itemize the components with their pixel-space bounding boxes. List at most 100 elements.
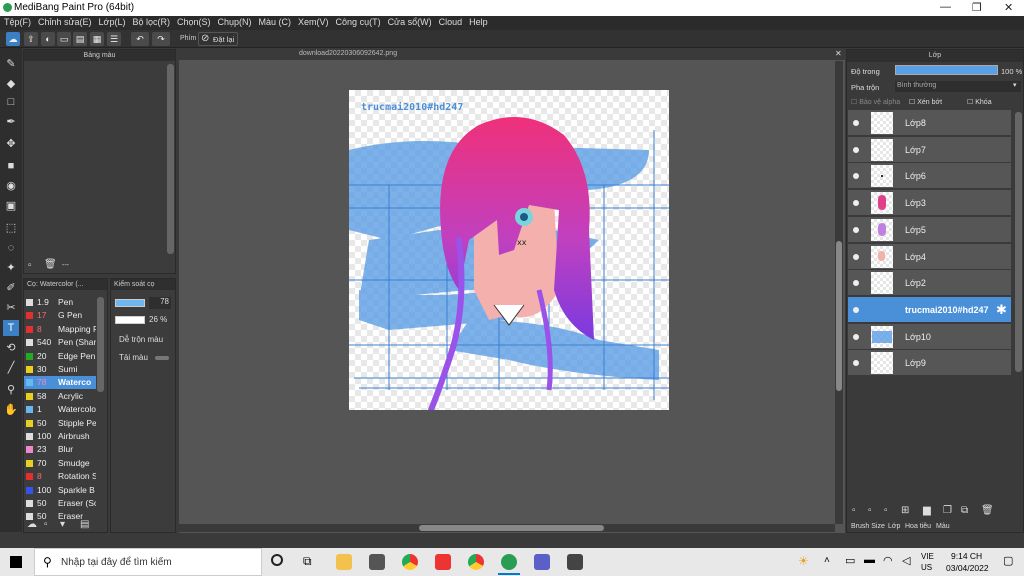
canvas-tab[interactable]: download20220306092642.png ✕ [179,49,845,60]
network-icon[interactable]: ▭ [845,554,855,567]
menu-item[interactable]: Xem(V) [294,16,332,27]
teams-icon[interactable] [534,554,550,570]
select-rect-icon[interactable]: ⬚ [3,220,19,236]
blend-select[interactable]: Bình thường ▾ [895,81,1021,92]
gear-icon[interactable]: ✱ [996,302,1007,318]
weather-icon[interactable]: ☀ [798,554,809,568]
canvas-v-scrollbar[interactable] [835,61,843,524]
text-tool-icon[interactable]: T [3,320,19,336]
gradient-tool-icon[interactable]: ▣ [3,198,19,214]
chrome-alt-icon[interactable] [468,554,484,570]
select-eraser-icon[interactable]: ✂ [3,300,19,316]
bucket-tool-icon[interactable]: ◉ [3,178,19,194]
brush-item[interactable]: 78 Waterco [24,376,96,390]
menu-item[interactable]: Bộ lọc(R) [128,16,173,27]
divide-tool-icon[interactable]: ╱ [3,360,19,376]
layer-row[interactable]: Lớp3 [848,190,1011,217]
chat-icon[interactable]: ▭ [57,32,71,46]
comment-icon[interactable]: ◐ [41,32,55,46]
layer-row[interactable]: Lớp10 [848,323,1011,350]
share-icon[interactable]: ⇪ [24,32,38,46]
layer-row[interactable]: trucmai2010#hd247 ✱ [848,296,1011,323]
merge-icon[interactable]: ⧉ [961,505,968,516]
brush-item[interactable]: 23 Blur [24,443,96,456]
magic-wand-icon[interactable]: ✦ [3,260,19,276]
reset-button[interactable]: ⊘ Đặt lại [198,32,238,46]
brush-item[interactable]: 17 G Pen [24,309,96,322]
protect-alpha-checkbox[interactable]: ☐ Bảo vệ alpha [851,98,900,106]
artwork[interactable]: xx trucmai2010#hd247 [349,90,669,410]
chevron-up-icon[interactable]: ˄ [824,555,830,566]
menu-item[interactable]: Công cụ(T) [332,16,384,27]
menu-item[interactable]: Chọn(S) [173,16,214,27]
layer-row[interactable]: Lớp7 [848,136,1011,163]
eraser-tool-icon[interactable]: ◆ [3,76,19,92]
duplicate-icon[interactable]: ❐ [943,505,952,516]
maximize-icon[interactable]: ❐ [972,1,982,14]
eye-icon[interactable] [853,146,859,153]
add-layer-menu-icon[interactable]: ⊞ [901,505,909,516]
cloud-icon[interactable]: ☁ [6,32,20,46]
new-1bit-icon[interactable]: ▫ [884,505,888,516]
select-pen-icon[interactable]: ✐ [3,280,19,296]
close-icon[interactable]: ✕ [1004,1,1013,14]
eye-icon[interactable] [853,306,859,313]
wifi-icon[interactable]: ◠ [883,554,893,567]
layer-row[interactable]: Lớp9 [848,350,1011,377]
brush-item[interactable]: 70 Smudge [24,457,96,470]
panel-tab[interactable]: Lớp [888,523,900,530]
menu-item[interactable]: Chỉnh sửa(E) [34,16,95,27]
eye-icon[interactable] [853,280,859,287]
battery-icon[interactable]: ▬ [864,554,875,566]
layer-row[interactable]: Lớp4 [848,243,1011,270]
brush-tool-icon[interactable]: ✎ [3,56,19,72]
eyedropper-icon[interactable]: ⚲ [3,382,19,398]
lang1[interactable]: VIE [921,552,934,561]
cortana-icon[interactable] [271,554,283,566]
layer-row[interactable]: Lớp5 [848,216,1011,243]
operation-tool-icon[interactable]: ⟲ [3,340,19,356]
canvas-h-thumb[interactable] [419,525,604,531]
eye-icon[interactable] [853,226,859,233]
lock-checkbox[interactable]: ☐ Khóa [967,98,992,106]
brush-panel-scrollbar[interactable] [97,297,104,392]
grid-icon[interactable]: ▦ [90,32,104,46]
delete-layer-icon[interactable]: 🗑 [981,505,994,516]
panel-tab[interactable]: Màu [936,523,950,530]
file-explorer-icon[interactable] [336,554,352,570]
medibang-icon[interactable] [501,554,517,570]
new-color-icon[interactable]: ▫ [28,260,32,271]
search-box[interactable]: ⚲ Nhập tại đây để tìm kiếm [34,548,262,576]
eye-icon[interactable] [853,120,859,126]
canvas-v-thumb[interactable] [836,241,842,391]
size-slider[interactable] [115,299,145,307]
color-panel-scrollbar[interactable] [167,64,174,254]
brush-item[interactable]: 100 Airbrush [24,430,96,443]
brush-item[interactable]: 50 Eraser (So [24,497,96,510]
opacity-slider[interactable] [115,316,145,324]
folder-icon[interactable]: ▆ [923,505,931,516]
redo-icon[interactable]: ↷ [152,32,170,46]
lasso-tool-icon[interactable]: ◌ [3,240,19,256]
lang2[interactable]: US [921,563,932,572]
menu-item[interactable]: Chụp(N) [214,16,255,27]
delete-color-icon[interactable]: 🗑 [44,259,57,270]
volume-icon[interactable]: ◁ [902,554,910,567]
canvas-h-scrollbar[interactable] [179,524,835,532]
menu-item[interactable]: Cloud [435,16,466,27]
eye-icon[interactable] [853,173,859,180]
chrome-icon[interactable] [402,554,418,570]
eye-icon[interactable] [853,360,859,367]
eye-icon[interactable] [853,333,859,340]
menu-item[interactable]: Help [465,16,491,27]
new-layer-icon[interactable]: ▫ [852,505,856,516]
menu-item[interactable]: Lớp(L) [95,16,129,27]
menu-item[interactable]: Cửa sổ(W) [384,16,435,27]
size-value[interactable]: 78 [149,297,171,309]
new-halftone-icon[interactable]: ▫ [868,505,872,516]
brush-item[interactable]: 30 Sumi [24,363,96,376]
list-icon[interactable]: ☰ [107,32,121,46]
layer-row[interactable]: Lớp6 [848,163,1011,190]
brush-item[interactable]: 50 Eraser [24,510,96,523]
calculator-icon[interactable] [567,554,583,570]
